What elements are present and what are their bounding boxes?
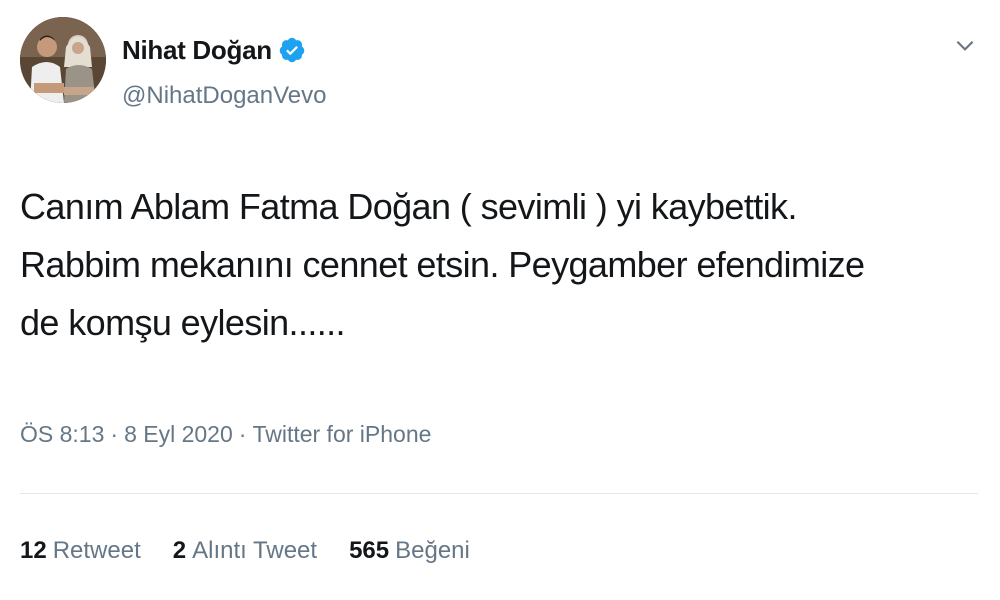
chevron-down-icon[interactable] bbox=[952, 32, 978, 58]
like-label: Beğeni bbox=[395, 537, 470, 564]
tweet-text: Canım Ablam Fatma Doğan ( sevimli ) yi k… bbox=[20, 186, 865, 343]
tweet-source[interactable]: Twitter for iPhone bbox=[252, 421, 431, 448]
tweet-card: Nihat Doğan @NihatDoganVevo Canım Ablam … bbox=[0, 0, 1000, 600]
display-name[interactable]: Nihat Doğan bbox=[122, 35, 272, 66]
verified-badge-icon bbox=[278, 36, 306, 64]
quote-tweet-count: 2 bbox=[172, 537, 187, 564]
avatar[interactable] bbox=[20, 17, 106, 103]
avatar-photo bbox=[20, 17, 106, 103]
tweet-date[interactable]: 8 Eyl 2020 bbox=[124, 421, 233, 448]
retweet-stat[interactable]: 12 Retweet bbox=[20, 537, 141, 565]
like-count: 565 bbox=[349, 537, 390, 564]
tweet-stats: 12 Retweet 2 Alıntı Tweet 565 Beğeni bbox=[20, 537, 502, 565]
divider bbox=[20, 493, 978, 494]
user-name-row: Nihat Doğan bbox=[122, 33, 306, 67]
tweet-meta: ÖS 8:13 · 8 Eyl 2020 · Twitter for iPhon… bbox=[20, 421, 431, 448]
quote-tweet-stat[interactable]: 2 Alıntı Tweet bbox=[173, 537, 317, 565]
meta-separator: · bbox=[238, 421, 247, 447]
quote-tweet-label: Alıntı Tweet bbox=[192, 537, 318, 564]
meta-separator: · bbox=[110, 421, 119, 447]
user-handle[interactable]: @NihatDoganVevo bbox=[122, 82, 327, 110]
tweet-time[interactable]: ÖS 8:13 bbox=[20, 421, 104, 448]
like-stat[interactable]: 565 Beğeni bbox=[349, 537, 470, 565]
retweet-label: Retweet bbox=[52, 537, 141, 564]
retweet-count: 12 bbox=[20, 537, 47, 564]
